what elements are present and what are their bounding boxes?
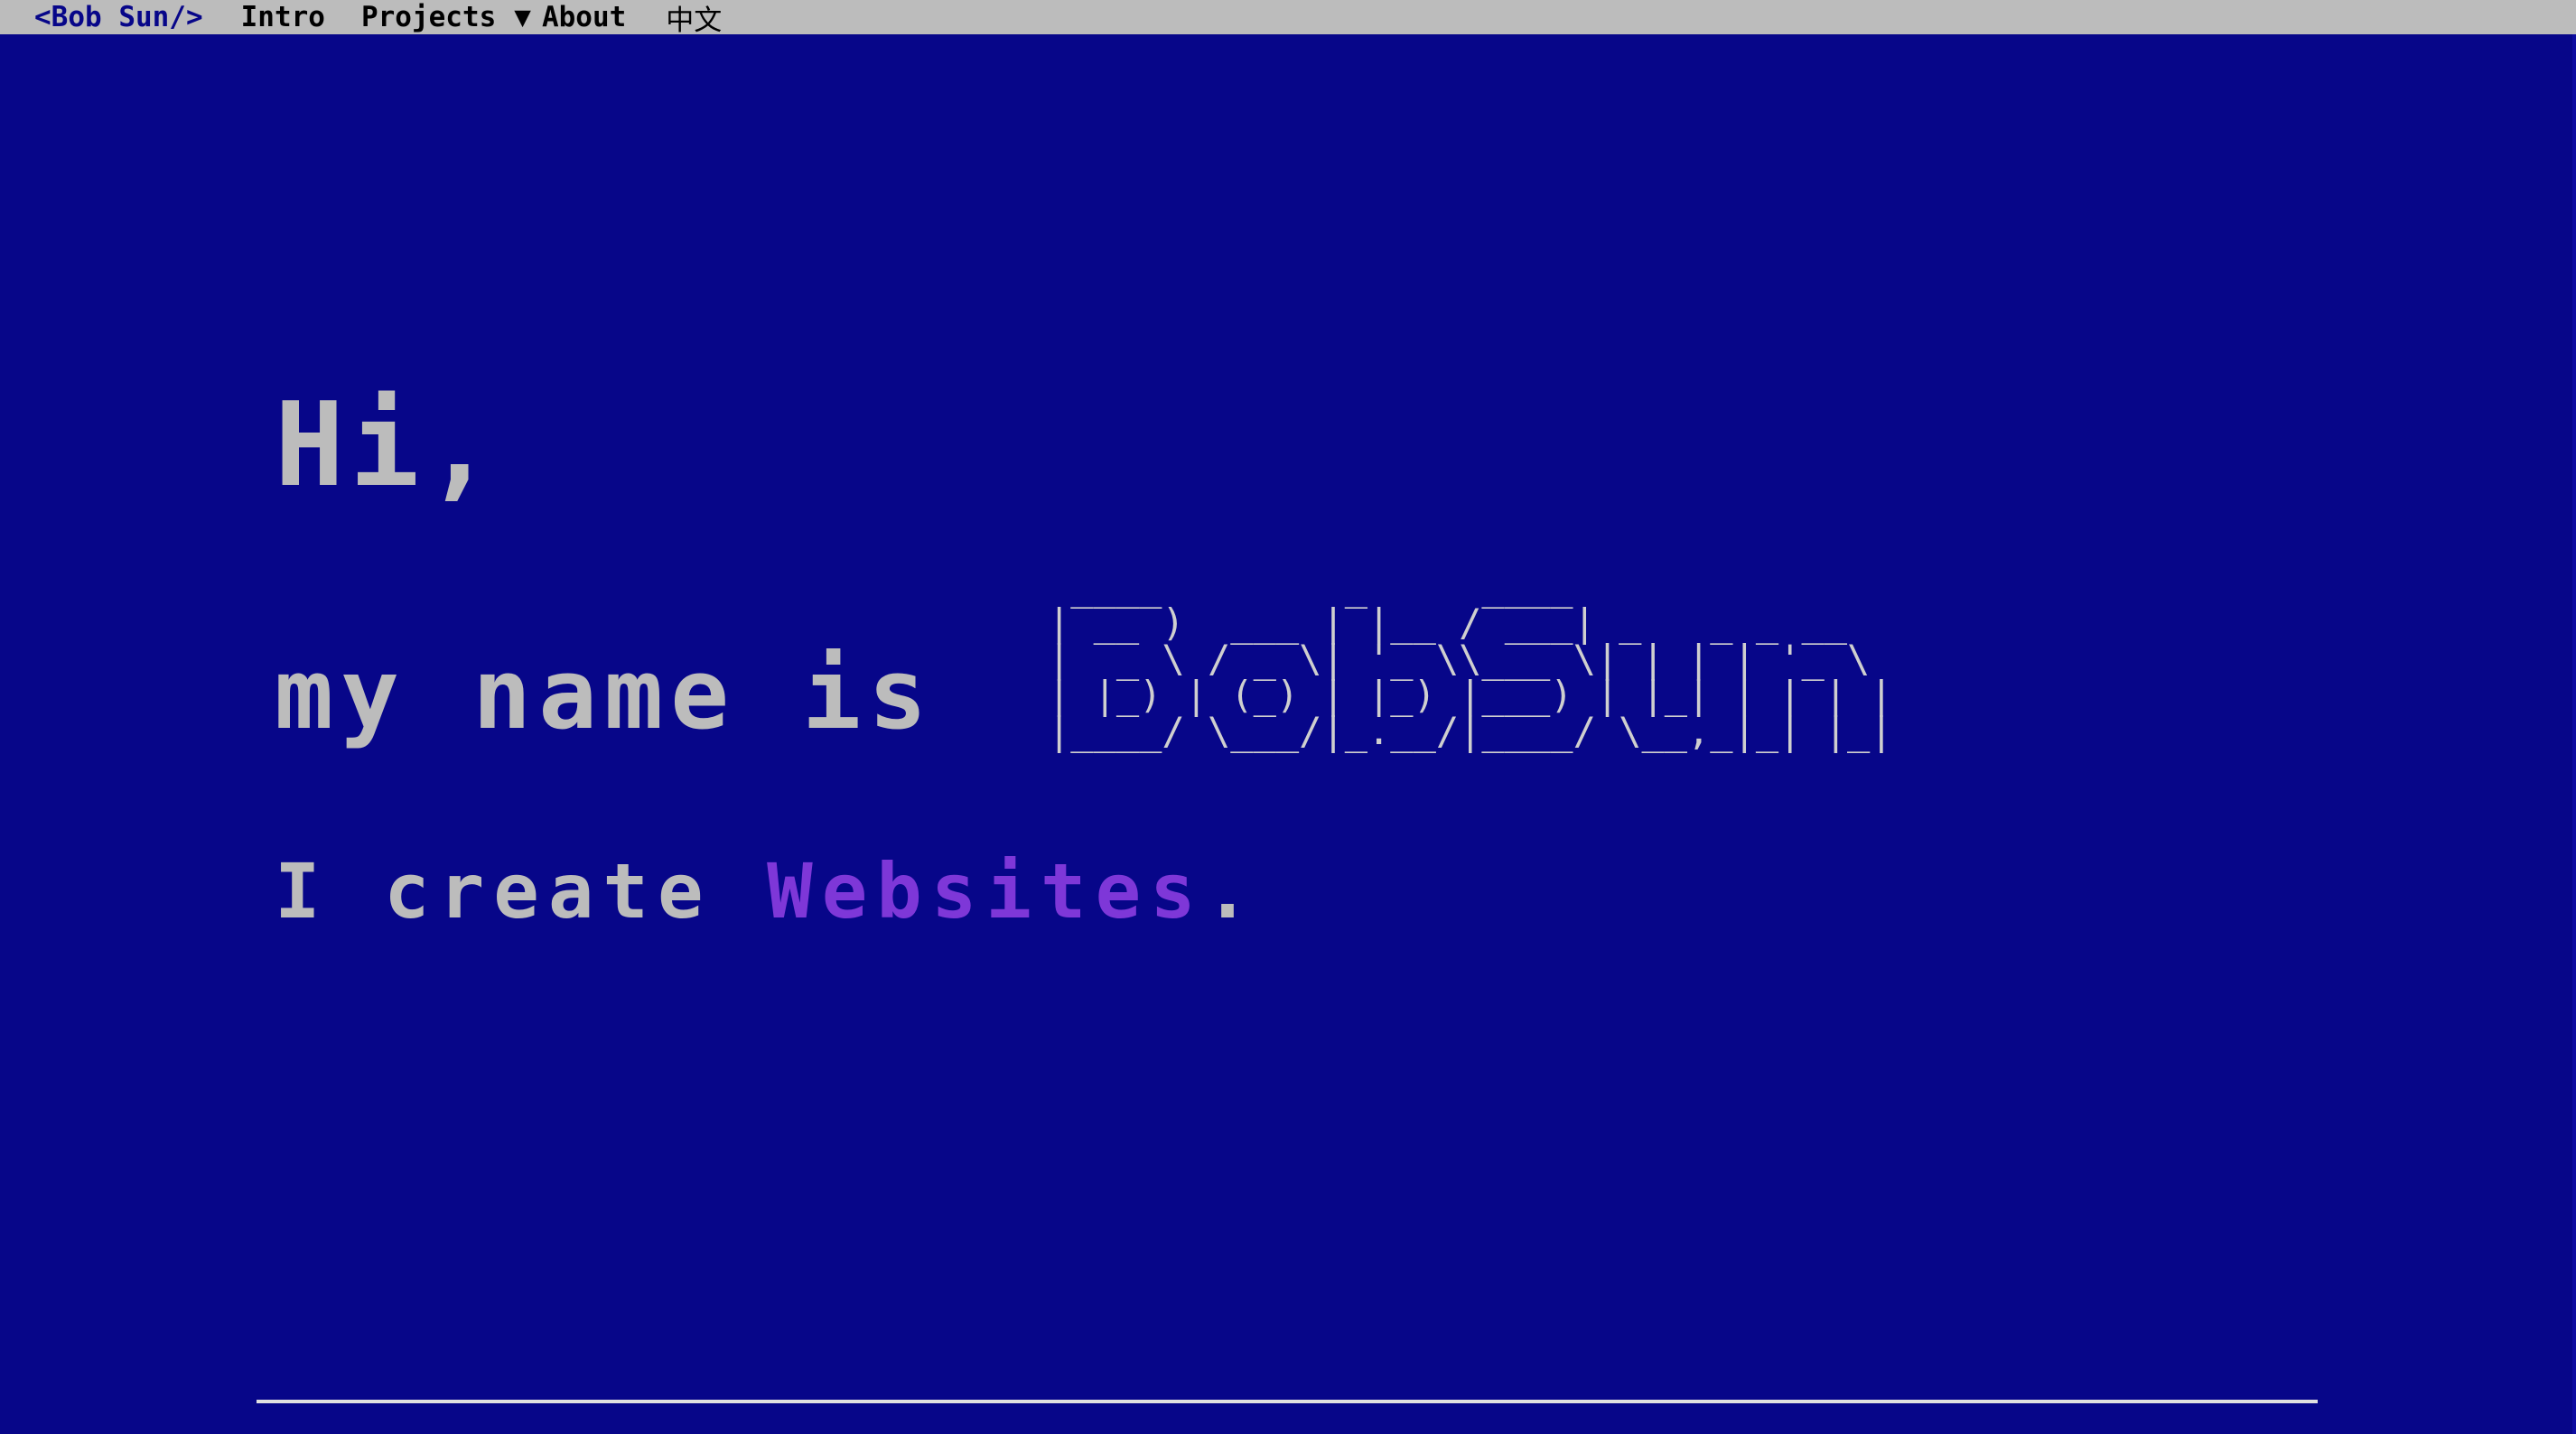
hero-section: Hi, my name is ____ _ ____ | __ ) ___ | … <box>0 0 2576 1434</box>
name-ascii-art: ____ _ ____ | __ ) ___ | |__ / ___| _ _ … <box>1048 564 1893 753</box>
tagline: I create Websites. <box>275 853 1259 929</box>
tagline-suffix: . <box>1204 847 1260 936</box>
tagline-prefix: I create <box>275 847 768 936</box>
greeting: Hi, <box>275 378 500 513</box>
section-divider <box>257 1400 2318 1403</box>
intro-line: my name is <box>275 638 935 751</box>
tagline-highlight: Websites <box>767 847 1205 936</box>
